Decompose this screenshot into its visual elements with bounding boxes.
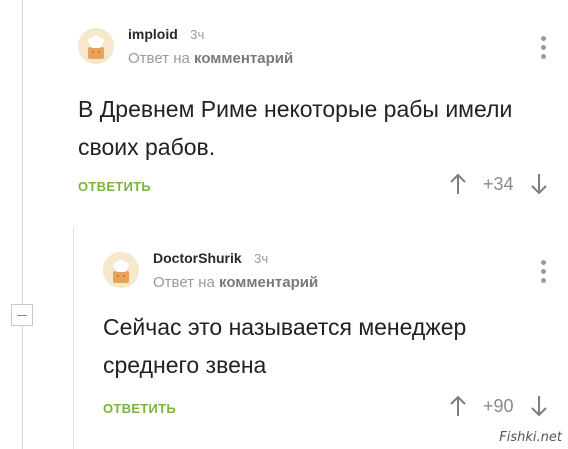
vote-controls: +90: [449, 395, 548, 421]
reply-to-link[interactable]: комментарий: [194, 50, 293, 67]
username-link[interactable]: DoctorShurik: [153, 250, 242, 266]
reply-to-prefix: Ответ на: [128, 50, 190, 67]
comment-meta: imploid 3ч: [128, 26, 204, 44]
more-vertical-icon[interactable]: [538, 260, 548, 286]
default-chef-avatar-icon: [78, 28, 114, 64]
arrow-up-icon[interactable]: [449, 173, 467, 195]
avatar[interactable]: [103, 252, 139, 288]
vote-controls: +34: [449, 173, 548, 199]
arrow-down-icon[interactable]: [530, 395, 548, 417]
arrow-up-icon[interactable]: [449, 395, 467, 417]
username-link[interactable]: imploid: [128, 26, 178, 42]
reply-to-link[interactable]: комментарий: [219, 274, 318, 291]
default-chef-avatar-icon: [103, 252, 139, 288]
reply-to-line: Ответ на комментарий: [128, 50, 293, 67]
thread-line: [22, 0, 23, 449]
collapse-thread-button[interactable]: [11, 304, 33, 326]
vote-count: +90: [483, 395, 514, 416]
reply-to-prefix: Ответ на: [153, 274, 215, 291]
vote-count: +34: [483, 173, 514, 194]
reply-indent-border: [73, 227, 74, 449]
comment-time: 3ч: [254, 251, 269, 266]
comment-meta: DoctorShurik 3ч: [153, 250, 268, 268]
reply-to-line: Ответ на комментарий: [153, 274, 318, 291]
reply-button[interactable]: ОТВЕТИТЬ: [78, 179, 151, 194]
arrow-down-icon[interactable]: [530, 173, 548, 195]
comment-time: 3ч: [190, 27, 205, 42]
more-vertical-icon[interactable]: [538, 36, 548, 62]
avatar[interactable]: [78, 28, 114, 64]
watermark: Fishki.net: [499, 430, 562, 445]
comment-text: Сейчас это называется менеджер среднего …: [103, 314, 467, 378]
reply-button[interactable]: ОТВЕТИТЬ: [103, 401, 176, 416]
comment-text: В Древнем Риме некоторые рабы имели свои…: [78, 96, 513, 160]
